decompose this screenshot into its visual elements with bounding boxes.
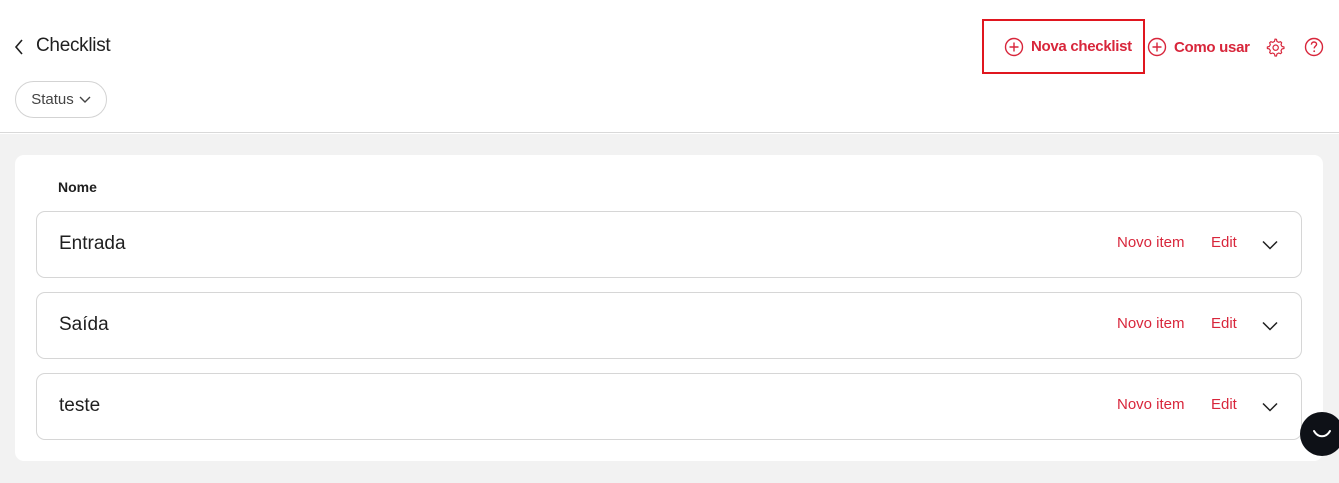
how-to-use-label: Como usar: [1174, 38, 1250, 56]
gear-icon: [1266, 38, 1285, 57]
new-checklist-button[interactable]: Nova checklist: [982, 19, 1145, 74]
plus-circle-icon: [1147, 37, 1167, 57]
chat-icon: [1313, 430, 1331, 438]
expand-button[interactable]: [1260, 235, 1280, 255]
how-to-use-button[interactable]: Como usar: [1147, 36, 1250, 58]
main-content: Nome Entrada Novo item Edit Saída Novo i…: [0, 134, 1339, 483]
edit-link[interactable]: Edit: [1211, 315, 1237, 332]
checklist-card: Nome Entrada Novo item Edit Saída Novo i…: [15, 155, 1323, 461]
checklist-name: Saída: [59, 314, 109, 335]
checklist-row[interactable]: Saída Novo item Edit: [36, 292, 1302, 359]
new-checklist-label: Nova checklist: [1031, 38, 1132, 55]
checklist-name: teste: [59, 395, 101, 416]
expand-button[interactable]: [1260, 397, 1280, 417]
chat-widget-button[interactable]: [1300, 412, 1339, 456]
new-item-link[interactable]: Novo item: [1117, 396, 1185, 413]
checklist-row[interactable]: teste Novo item Edit: [36, 373, 1302, 440]
chevron-down-icon: [1262, 402, 1278, 412]
status-filter-label: Status: [31, 91, 74, 108]
chevron-down-icon: [1262, 321, 1278, 331]
checklist-name: Entrada: [59, 233, 126, 254]
status-filter-button[interactable]: Status: [15, 81, 107, 118]
column-header-name: Nome: [58, 179, 97, 195]
help-button[interactable]: [1304, 37, 1324, 57]
page-title: Checklist: [36, 35, 111, 56]
question-circle-icon: [1304, 37, 1324, 57]
edit-link[interactable]: Edit: [1211, 234, 1237, 251]
chevron-left-icon: [14, 39, 23, 55]
chevron-down-icon: [1262, 240, 1278, 250]
new-item-link[interactable]: Novo item: [1117, 315, 1185, 332]
page-header: Checklist Status Nova checklist Como usa…: [0, 0, 1339, 133]
checklist-row[interactable]: Entrada Novo item Edit: [36, 211, 1302, 278]
chevron-down-icon: [79, 96, 91, 103]
expand-button[interactable]: [1260, 316, 1280, 336]
plus-circle-icon: [1004, 37, 1024, 56]
back-button[interactable]: [10, 37, 28, 57]
edit-link[interactable]: Edit: [1211, 396, 1237, 413]
settings-button[interactable]: [1265, 37, 1285, 57]
new-item-link[interactable]: Novo item: [1117, 234, 1185, 251]
